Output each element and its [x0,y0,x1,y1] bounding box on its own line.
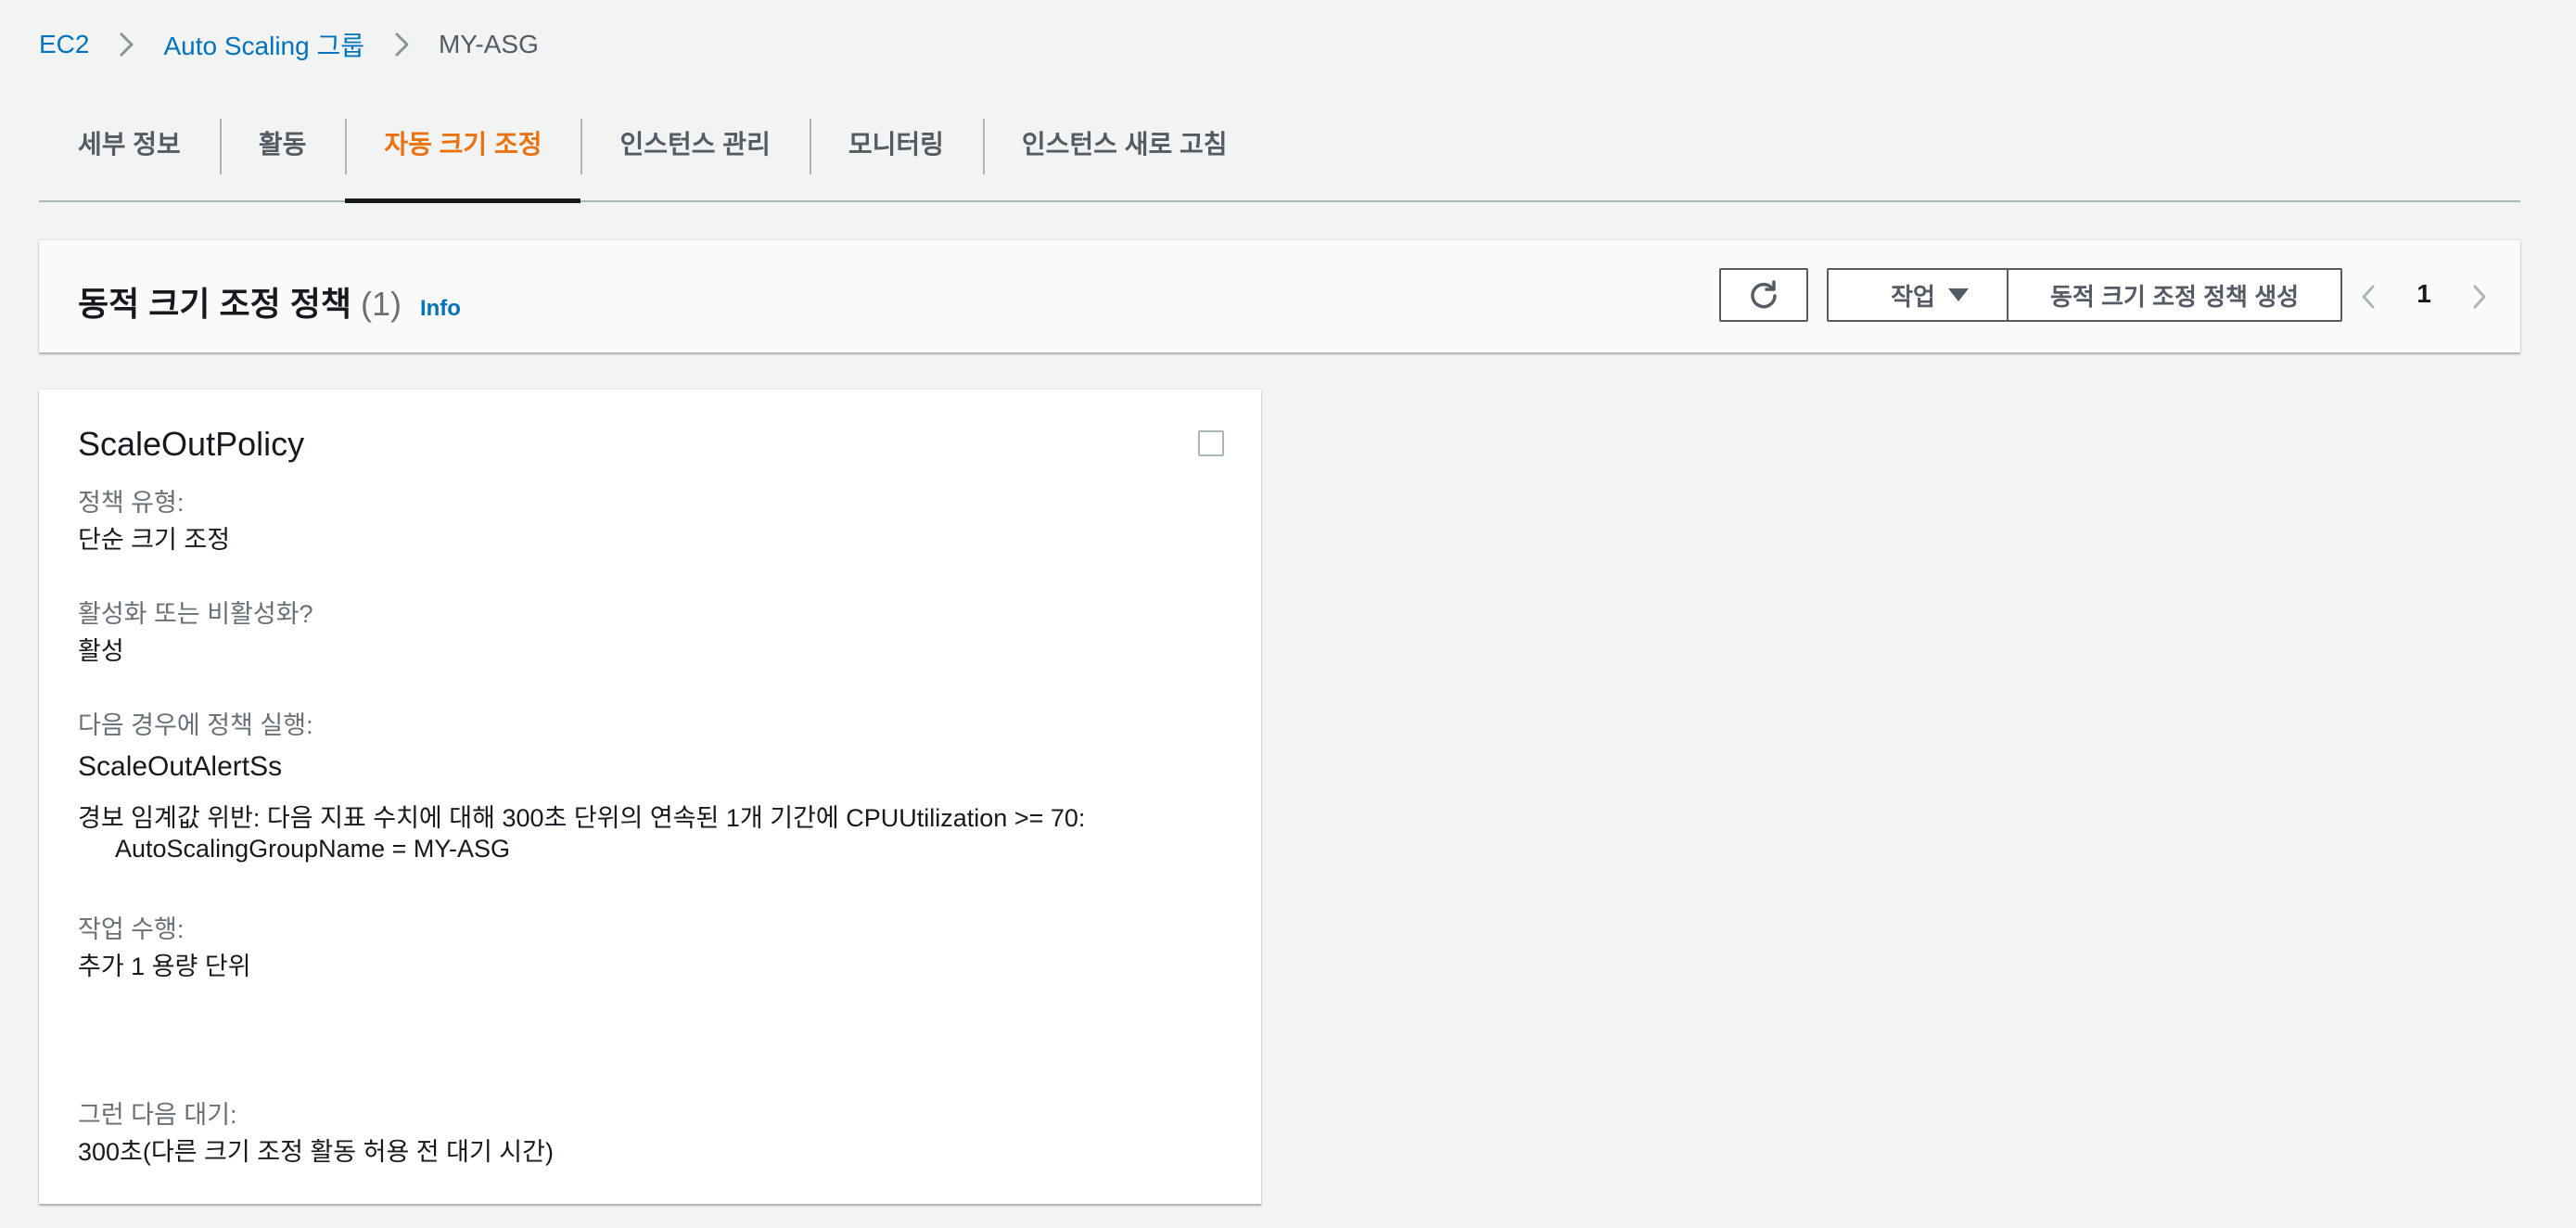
tab-details[interactable]: 세부 정보 [39,111,220,200]
policy-card: ScaleOutPolicy 정책 유형: 단순 크기 조정 활성화 또는 비활… [39,390,1261,1204]
create-dynamic-scaling-policy-button[interactable]: 동적 크기 조정 정책 생성 [2007,268,2342,322]
alarm-dimension: AutoScalingGroupName = MY-ASG [115,835,510,863]
tab-label: 인스턴스 새로 고침 [1021,130,1228,159]
tab-label: 모니터링 [848,130,944,159]
tab-instance-refresh[interactable]: 인스턴스 새로 고침 [982,111,1267,200]
tab-bar: 세부 정보 활동 자동 크기 조정 인스턴스 관리 모니터링 인스턴스 새로 고… [39,111,2520,203]
panel-title: 동적 크기 조정 정책 (1) Info [78,277,461,326]
refresh-button[interactable] [1719,268,1808,322]
panel-count: (1) [360,285,402,323]
wait-label: 그런 다음 대기: [78,1101,237,1129]
dynamic-scaling-policies-header: 동적 크기 조정 정책 (1) Info 작업 동적 크기 조정 정책 생성 1 [39,239,2520,352]
tab-label: 활동 [258,130,307,159]
action-label: 작업 수행: [78,915,185,943]
chevron-right-icon [395,32,409,57]
tab-activity[interactable]: 활동 [219,111,346,200]
enabled-label: 활성화 또는 비활성화? [78,600,313,628]
policy-name: ScaleOutPolicy [78,425,305,463]
breadcrumb-current: MY-ASG [438,30,539,58]
tab-label: 자동 크기 조정 [384,130,542,159]
create-label: 동적 크기 조정 정책 생성 [2049,282,2300,311]
alarm-description: 경보 임계값 위반: 다음 지표 수치에 대해 300초 단위의 연속된 1개 … [78,804,1086,832]
policy-type-label: 정책 유형: [78,489,185,517]
chevron-right-icon [120,32,134,57]
refresh-icon [1751,280,1777,309]
info-link[interactable]: Info [420,296,461,322]
breadcrumb: EC2 Auto Scaling 그룹 MY-ASG [39,28,539,61]
enabled-value: 활성 [78,637,124,665]
tab-monitoring[interactable]: 모니터링 [809,111,983,200]
breadcrumb-ec2[interactable]: EC2 [39,30,89,59]
policy-select-checkbox[interactable] [1198,430,1224,456]
wait-value: 300초(다른 크기 조정 활동 허용 전 대기 시간) [78,1138,554,1166]
chevron-left-icon[interactable] [2355,281,2383,313]
panel-title-text: 동적 크기 조정 정책 [78,285,351,323]
caret-down-icon [1947,288,1969,301]
alarm-name: ScaleOutAlertSs [78,751,283,782]
actions-label: 작업 [1891,282,1935,311]
tab-automatic-scaling[interactable]: 자동 크기 조정 [345,111,581,203]
tab-label: 인스턴스 관리 [619,130,771,159]
execute-when-label: 다음 경우에 정책 실행: [78,711,313,739]
tab-instance-management[interactable]: 인스턴스 관리 [580,111,809,200]
policy-type-value: 단순 크기 조정 [78,526,231,554]
page-number[interactable]: 1 [2407,279,2441,309]
action-value: 추가 1 용량 단위 [78,953,251,980]
actions-dropdown-button[interactable]: 작업 [1827,268,2033,322]
chevron-right-icon[interactable] [2465,281,2493,313]
tab-label: 세부 정보 [78,130,181,159]
breadcrumb-auto-scaling-groups[interactable]: Auto Scaling 그룹 [163,26,364,63]
